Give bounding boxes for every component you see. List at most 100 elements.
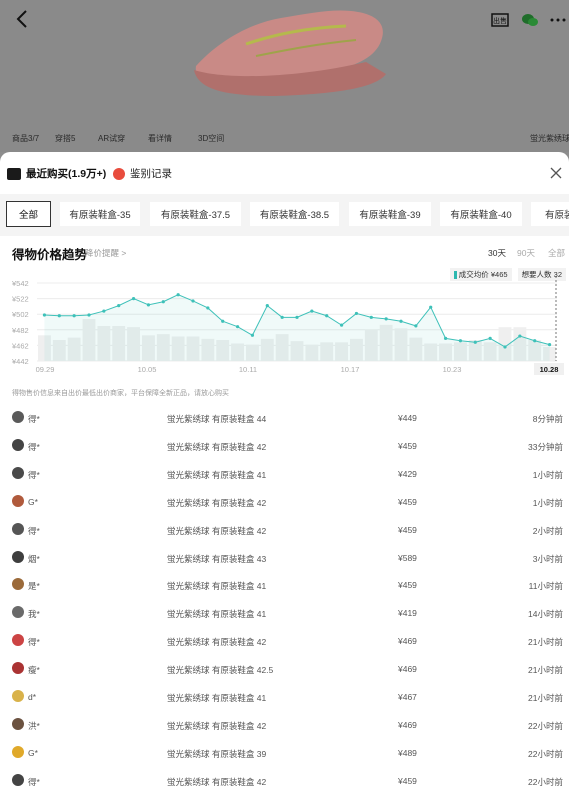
price-point [42,313,47,317]
shoe-image [194,10,386,96]
purchase-row: d* 蛍光紫绣球 有原装鞋盒 41 ¥467 21小时前 [0,684,569,712]
svg-text:出售: 出售 [493,16,507,25]
price-drop-alert-link[interactable]: 降价提醒 > [85,247,126,259]
product-spec: 蛍光紫绣球 有原装鞋盒 41 [167,609,267,620]
product-spec: 蛍光紫绣球 有原装鞋盒 39 [167,748,267,759]
price-point [458,339,463,343]
sale-price: ¥489 [398,747,417,758]
buyer-name: 得* [28,441,40,452]
sale-price: ¥469 [398,719,417,730]
product-spec: 蛍光紫绣球 有原装鞋盒 42 [167,637,267,648]
buyer-name: 得* [28,414,40,424]
price-point [102,309,106,313]
filter-chip-all[interactable]: 全部 [6,201,51,227]
filter-chip[interactable]: 有原装鞋盒-4 [530,201,569,227]
price-point [57,314,61,318]
media-tab-3d[interactable]: 3D空间 [198,133,224,144]
sale-price: ¥469 [398,664,417,675]
buyer-name: 得* [28,776,40,787]
close-icon[interactable] [549,166,563,180]
product-spec: 蛍光紫绣球 有原装鞋盒 42 [167,720,267,731]
filter-chip[interactable]: 有原装鞋盒-35 [59,201,141,227]
more-icon[interactable] [548,10,568,30]
price-point [161,300,165,304]
buyer-name: 是* [28,581,40,592]
media-tab-ar[interactable]: AR试穿 [98,133,125,144]
sale-price: ¥469 [398,636,417,647]
sheet-tabs: 最近购买(1.9万+) 鉴别记录 [0,152,569,194]
purchase-row: 得* 蛍光紫绣球 有原装鞋盒 41 ¥429 1小时前 [0,461,569,489]
x-tick-label: 10.17 [341,365,360,374]
product-spec: 蛍光紫绣球 有原装鞋盒 42 [167,525,267,536]
filter-chip[interactable]: 有原装鞋盒-37.5 [149,201,242,227]
dewu-logo-icon [7,167,21,180]
buyer-avatar [12,773,24,786]
product-spec: 蛍光紫绣球 有原装鞋盒 42.5 [167,665,274,676]
buyer-avatar [12,550,24,563]
purchase-row: 我* 蛍光紫绣球 有原装鞋盒 41 ¥419 14小时前 [0,600,569,628]
price-tag-icon[interactable]: 出售 [490,10,510,30]
wechat-icon[interactable] [520,10,540,30]
filter-chip[interactable]: 有原装鞋盒-38.5 [249,201,340,227]
price-point [206,306,210,310]
price-point [399,319,403,323]
price-point [443,336,448,340]
auth-logo-icon [113,167,125,180]
buyer-name: 洪* [28,720,40,731]
price-point [131,297,136,301]
price-point [295,315,299,319]
buyer-avatar [12,522,24,535]
sale-price: ¥419 [398,608,417,619]
range-all[interactable]: 全部 [548,247,565,259]
purchase-row: 烟* 蛍光紫绣球 有原装鞋盒 43 ¥589 3小时前 [0,545,569,573]
media-tab-outfit[interactable]: 穿搭5 [55,133,75,144]
media-tab-item[interactable]: 商品3/7 [12,133,39,144]
range-90d[interactable]: 90天 [517,247,535,259]
purchase-time: 14小时前 [528,609,563,620]
purchase-time: 22小时前 [528,776,563,787]
trend-title: 得物价格趋势 [12,248,88,262]
product-spec: 蛍光紫绣球 有原装鞋盒 42 [167,441,267,452]
y-tick-label: ¥462 [12,341,29,350]
filter-chip[interactable]: 有原装鞋盒-40 [439,201,523,227]
price-point [414,324,418,328]
sale-price: ¥429 [398,468,417,479]
tab-authentication-records[interactable]: 鉴别记录 [113,166,172,181]
price-point [503,345,507,349]
price-point [191,299,195,303]
x-tick-label: 09.29 [36,365,55,374]
purchase-row: 得* 蛍光紫绣球 有原装鞋盒 42 ¥459 22小时前 [0,768,569,796]
x-tick-label: 10.23 [443,365,462,374]
back-arrow-icon[interactable] [12,8,34,30]
product-spec: 蛍光紫绣球 有原装鞋盒 44 [167,414,267,424]
sale-price: ¥449 [398,413,417,423]
purchase-time: 8分钟前 [532,414,563,424]
purchase-row: G* 蛍光紫绣球 有原装鞋盒 42 ¥459 1小时前 [0,489,569,517]
price-point [533,339,537,343]
buyer-name: G* [28,747,38,758]
price-point [488,336,492,340]
media-tab-detail[interactable]: 看详情 [148,133,172,144]
price-point [87,313,91,317]
buyer-name: 瘦* [28,665,40,676]
tab-auth-label: 鉴别记录 [130,168,172,180]
range-30d[interactable]: 30天 [488,247,506,259]
purchase-row: G* 蛍光紫绣球 有原装鞋盒 39 ¥489 22小时前 [0,740,569,768]
x-tick-label: 10.05 [138,365,157,374]
filter-chip[interactable]: 有原装鞋盒-39 [348,201,432,227]
price-point [280,315,284,319]
price-point [547,343,552,347]
tab-recent-purchases[interactable]: 最近购买(1.9万+) [7,166,106,181]
product-header: 出售 商品3/7 穿搭5 AR试穿 看详情 3D空间 蛍光紫绣球 [0,0,569,152]
buyer-avatar [12,745,24,758]
price-point [72,314,76,318]
price-point [250,333,255,337]
price-point [473,340,477,344]
buyer-avatar [12,578,24,591]
x-tick-label: 10.11 [239,365,257,374]
purchase-sheet: 最近购买(1.9万+) 鉴别记录 全部 有原装鞋盒-35 有原装鞋盒-37.5 … [0,152,569,800]
buyer-name: 得* [28,637,40,648]
purchase-time: 21小时前 [528,637,563,648]
product-spec: 蛍光紫绣球 有原装鞋盒 41 [167,693,267,703]
price-chart[interactable]: ¥542 ¥522 ¥502 ¥482 ¥462 ¥442 09.29 10.05 10.11 1… [0,276,569,394]
